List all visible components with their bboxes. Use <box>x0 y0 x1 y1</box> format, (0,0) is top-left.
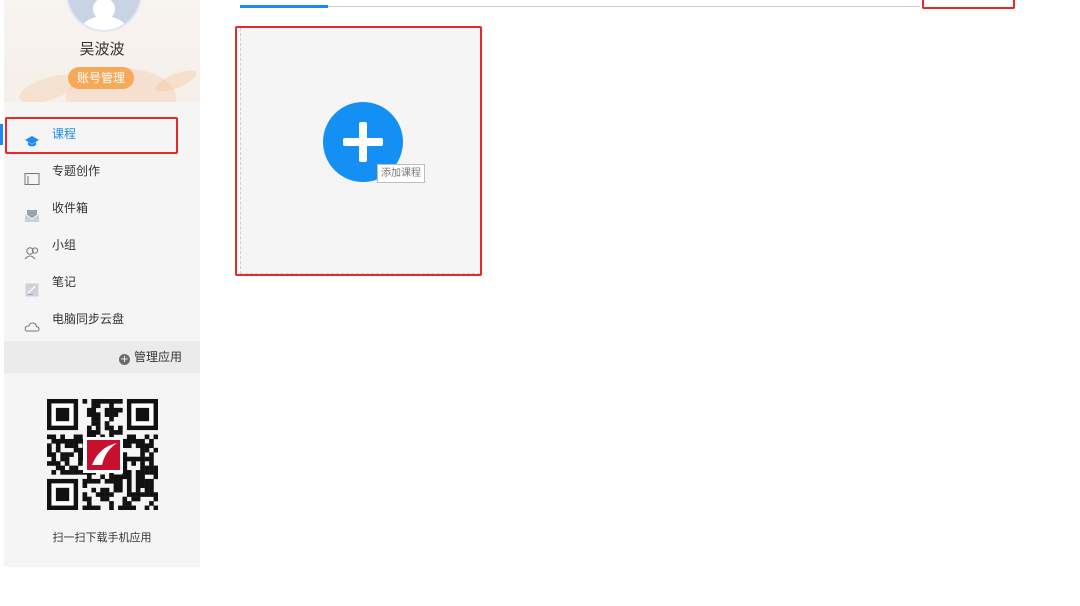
sidebar-item-label: 小组 <box>52 238 77 252</box>
username: 吴波波 <box>79 40 125 58</box>
account-management-button[interactable]: 账号管理 <box>68 67 134 89</box>
sidebar-item-cloud-drive[interactable]: 电脑同步云盘 <box>4 301 200 338</box>
sidebar-item-notes[interactable]: 笔记 <box>4 264 200 301</box>
sidebar-item-label: 电脑同步云盘 <box>52 312 125 326</box>
sidebar-item-label: 专题创作 <box>52 164 101 178</box>
qr-caption: 扫一扫下载手机应用 <box>52 531 152 544</box>
sidebar-item-label: 收件箱 <box>52 201 89 215</box>
highlight-box-top-right <box>922 0 1015 9</box>
qr-code <box>47 399 158 510</box>
group-icon <box>24 238 40 260</box>
note-icon <box>24 275 40 297</box>
sidebar: 吴波波 账号管理 课程 专题创作 收件箱 小组 笔记 电脑同步云盘 + 管理应用… <box>0 0 200 567</box>
sidebar-item-inbox[interactable]: 收件箱 <box>4 190 200 227</box>
avatar[interactable] <box>66 0 142 32</box>
add-circle-icon: + <box>118 354 130 365</box>
manage-apps-label: 管理应用 <box>133 350 182 364</box>
tab-bar-divider <box>240 6 920 7</box>
sidebar-item-groups[interactable]: 小组 <box>4 227 200 264</box>
highlight-box-add-course <box>235 26 482 276</box>
window-icon <box>24 164 40 185</box>
inbox-icon <box>24 201 40 222</box>
sidebar-item-topic-creation[interactable]: 专题创作 <box>4 153 200 190</box>
manage-apps-button[interactable]: + 管理应用 <box>4 341 200 373</box>
sidebar-item-label: 笔记 <box>52 275 77 289</box>
active-indicator <box>0 124 3 145</box>
tab-active-indicator <box>240 5 328 8</box>
highlight-box-courses <box>5 117 178 154</box>
cloud-icon <box>24 312 40 332</box>
profile-card: 吴波波 账号管理 <box>4 0 200 102</box>
decor-wave <box>152 66 200 96</box>
